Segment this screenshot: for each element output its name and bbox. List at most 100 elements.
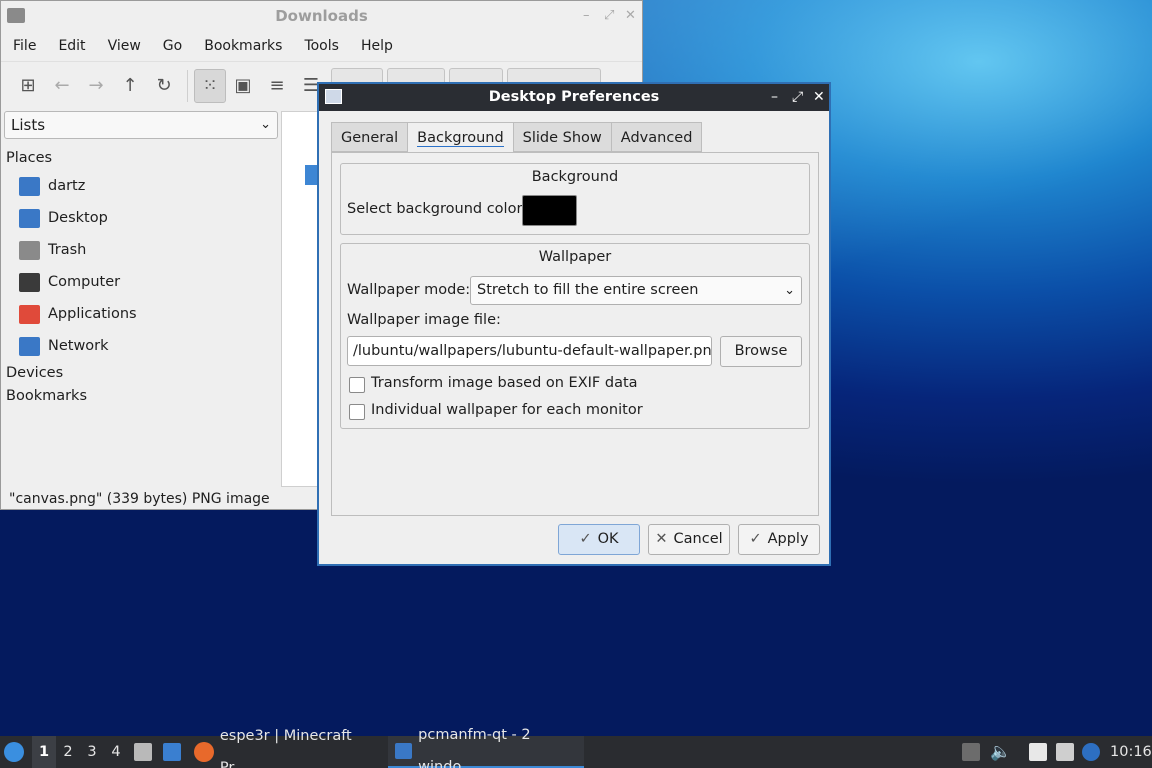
compact-view-icon[interactable]: ≡	[260, 69, 294, 103]
icon-view-icon[interactable]: ⁙	[194, 68, 226, 103]
wallpaper-file-input[interactable]: /lubuntu/wallpapers/lubuntu-default-wall…	[347, 336, 712, 366]
tab-label: Background	[417, 130, 504, 147]
tab-general[interactable]: General	[331, 122, 409, 152]
ok-label: OK	[597, 531, 619, 547]
place-item-trash[interactable]: Trash	[19, 237, 86, 263]
taskbar-window-pcmanfm[interactable]: pcmanfm-qt - 2 windo...	[388, 727, 584, 768]
menu-edit[interactable]: Edit	[50, 38, 93, 54]
clipboard-icon[interactable]	[1029, 743, 1047, 761]
place-item-computer[interactable]: Computer	[19, 269, 120, 295]
dialog-window-icon[interactable]	[325, 89, 342, 104]
taskbar-window-firefox[interactable]: espe3r | Minecraft Pr...	[190, 728, 382, 768]
per-monitor-label[interactable]: Individual wallpaper for each monitor	[371, 402, 643, 418]
tab-label: Advanced	[620, 130, 693, 146]
clock[interactable]: 10:16	[1110, 736, 1152, 768]
maximize-icon[interactable]: ⤢	[604, 1, 614, 31]
start-menu-button[interactable]	[4, 736, 28, 768]
taskbar: 1234 espe3r | Minecraft Pr... pcmanfm-qt…	[0, 727, 1152, 768]
network-status-icon[interactable]	[1056, 743, 1074, 761]
per-monitor-checkbox[interactable]	[349, 404, 365, 420]
exif-label[interactable]: Transform image based on EXIF data	[371, 375, 638, 391]
computer-icon	[19, 272, 40, 292]
workspace-2[interactable]: 2	[56, 736, 80, 768]
dialog-titlebar[interactable]: Desktop Preferences – ⤢ ✕	[319, 84, 829, 111]
workspace-3[interactable]: 3	[80, 736, 104, 768]
tab-label: Slide Show	[522, 130, 602, 146]
apply-label: Apply	[767, 531, 809, 547]
tab-slide-show[interactable]: Slide Show	[512, 122, 612, 152]
minimize-icon[interactable]: –	[771, 84, 778, 111]
browse-button[interactable]: Browse	[720, 336, 802, 367]
minimize-icon[interactable]: –	[583, 1, 590, 31]
thumbnail-view-icon[interactable]: ▣	[226, 69, 260, 103]
tab-bar: General Background Slide Show Advanced	[331, 122, 703, 154]
taskbar-window-label: espe3r | Minecraft Pr...	[219, 728, 352, 768]
menu-tools[interactable]: Tools	[296, 38, 347, 54]
tab-advanced[interactable]: Advanced	[610, 122, 703, 152]
new-tab-icon[interactable]: ⊞	[11, 69, 45, 103]
network-icon	[19, 336, 40, 356]
places-header[interactable]: Places	[6, 150, 52, 166]
desktop-icon	[19, 208, 40, 228]
reload-icon[interactable]: ↻	[147, 69, 181, 103]
cancel-label: Cancel	[673, 531, 723, 547]
maximize-icon[interactable]: ⤢	[792, 84, 803, 111]
side-pane: Lists ⌄ Places dartz Desktop Trash Computer…	[1, 109, 279, 489]
ok-button[interactable]: ✓ OK	[558, 524, 640, 555]
workspace-1[interactable]: 1	[32, 736, 56, 768]
apply-button[interactable]: ✓ Apply	[738, 524, 820, 555]
taskbar-window-label: pcmanfm-qt - 2 windo...	[418, 727, 531, 768]
devices-header[interactable]: Devices	[6, 365, 63, 381]
applications-icon	[19, 304, 40, 324]
place-item-label: Applications	[48, 306, 137, 322]
tab-background[interactable]: Background	[407, 122, 514, 153]
bookmarks-header[interactable]: Bookmarks	[6, 388, 87, 404]
cancel-icon: ✕	[655, 531, 668, 547]
place-item-desktop[interactable]: Desktop	[19, 205, 108, 231]
place-item-label: Network	[48, 338, 109, 354]
place-item-applications[interactable]: Applications	[19, 301, 137, 327]
menu-go[interactable]: Go	[155, 38, 190, 54]
workspace-4[interactable]: 4	[104, 736, 128, 768]
side-pane-mode-value: Lists	[11, 116, 46, 134]
home-folder-icon	[19, 176, 40, 196]
trash-icon	[19, 240, 40, 260]
wallpaper-mode-select[interactable]: Stretch to fill the entire screen ⌄	[470, 276, 802, 305]
close-icon[interactable]: ✕	[625, 1, 636, 31]
up-icon[interactable]: ↑	[113, 69, 147, 103]
menu-view[interactable]: View	[100, 38, 149, 54]
file-manager-launcher-icon[interactable]	[134, 743, 152, 761]
background-group-title: Background	[531, 169, 619, 185]
exif-checkbox[interactable]	[349, 377, 365, 393]
cancel-button[interactable]: ✕ Cancel	[648, 524, 730, 555]
update-notifier-icon[interactable]	[1082, 743, 1100, 761]
tray-arrow-icon[interactable]	[962, 743, 980, 761]
window-title: Downloads	[275, 7, 368, 25]
background-tab-pane: Background Select background color: Wall…	[331, 152, 819, 516]
toolbar-separator	[187, 69, 188, 102]
place-item-dartz[interactable]: dartz	[19, 173, 85, 199]
folder-icon	[395, 743, 413, 759]
menu-bookmarks[interactable]: Bookmarks	[196, 38, 290, 54]
side-pane-mode-select[interactable]: Lists ⌄	[4, 111, 278, 139]
menu-file[interactable]: File	[5, 38, 44, 54]
wallpaper-group-title: Wallpaper	[538, 249, 612, 265]
file-manager-titlebar[interactable]: Downloads – ⤢ ✕	[1, 1, 642, 31]
background-color-button[interactable]	[522, 195, 577, 226]
wallpaper-mode-label: Wallpaper mode:	[347, 282, 471, 298]
volume-icon[interactable]: 🔈	[990, 736, 1011, 768]
window-menu-icon[interactable]	[7, 8, 25, 23]
place-item-network[interactable]: Network	[19, 333, 109, 359]
close-icon[interactable]: ✕	[813, 84, 825, 111]
check-icon: ✓	[579, 531, 592, 547]
place-item-label: dartz	[48, 178, 86, 194]
menu-help[interactable]: Help	[353, 38, 401, 54]
show-desktop-icon[interactable]	[163, 743, 181, 761]
lubuntu-logo-icon	[4, 742, 24, 762]
place-item-label: Desktop	[48, 210, 108, 226]
forward-icon[interactable]: →	[79, 69, 113, 103]
background-group: Background Select background color:	[340, 163, 810, 235]
status-bar: "canvas.png" (339 bytes) PNG image	[9, 491, 270, 507]
firefox-icon	[194, 742, 214, 762]
back-icon[interactable]: ←	[45, 69, 79, 103]
